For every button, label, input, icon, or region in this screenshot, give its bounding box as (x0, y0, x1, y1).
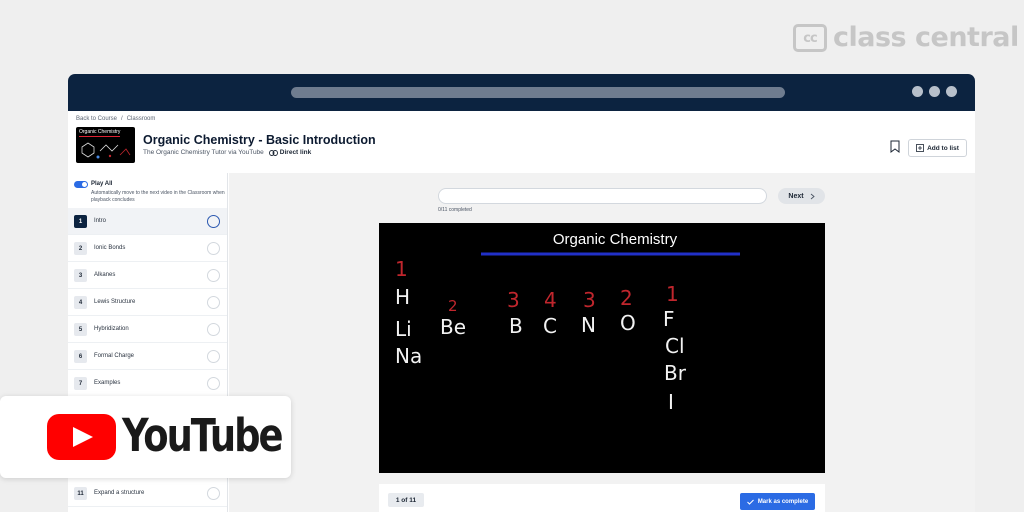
group-number-label: 2 (620, 286, 633, 310)
youtube-wordmark: YouTube (122, 409, 283, 462)
breadcrumb-current: Classroom (126, 116, 156, 122)
window-dot-icon[interactable] (946, 86, 957, 97)
thumbnail-title: Organic Chemistry (79, 129, 121, 137)
chevron-right-icon (810, 193, 815, 199)
group-number-label: 2 (448, 297, 458, 315)
element-symbol: N (581, 313, 596, 337)
group-number-label: 3 (507, 288, 520, 312)
element-symbol: O (620, 311, 636, 335)
mark-complete-label: Mark as complete (757, 498, 809, 505)
lesson-item[interactable]: 3 Alkanes (68, 262, 227, 289)
lesson-number: 5 (74, 323, 87, 336)
group-number-label: 1 (395, 257, 408, 281)
group-number-label: 3 (583, 288, 596, 312)
direct-link-label: Direct link (279, 149, 312, 156)
page-title: Organic Chemistry - Basic Introduction (143, 133, 376, 147)
element-symbol: Be (440, 315, 466, 339)
lesson-complete-circle-icon[interactable] (207, 323, 220, 336)
lesson-complete-circle-icon[interactable] (207, 215, 220, 228)
element-symbol: Li (395, 317, 412, 341)
course-subtitle: The Organic Chemistry Tutor via YouTube … (143, 149, 311, 156)
address-bar[interactable] (291, 87, 785, 98)
youtube-play-icon (47, 414, 116, 460)
lesson-item[interactable]: 7 Examples (68, 370, 227, 397)
lesson-title: Hybridization (94, 326, 129, 332)
lesson-complete-circle-icon[interactable] (207, 377, 220, 390)
video-bottom-bar: 1 of 11 Mark as complete (379, 484, 825, 512)
add-list-icon (916, 144, 925, 152)
lesson-title: Expand a structure (94, 490, 145, 496)
lesson-title: Examples (94, 380, 121, 386)
play-all-toggle[interactable] (74, 181, 88, 188)
lesson-item[interactable]: 4 Lewis Structure (68, 289, 227, 316)
lesson-title: Formal Charge (94, 353, 135, 359)
window-dot-icon[interactable] (912, 86, 923, 97)
play-all-label: Play All (91, 181, 113, 187)
video-player[interactable]: Organic Chemistry 1 2 3 4 3 2 1 H Li Na … (379, 223, 825, 473)
lesson-title: Ionic Bonds (94, 245, 126, 251)
lesson-number: 6 (74, 350, 87, 363)
window-titlebar (68, 74, 975, 111)
youtube-badge: YouTube (0, 396, 291, 478)
lesson-complete-circle-icon[interactable] (207, 269, 220, 282)
element-symbol: H (395, 285, 410, 309)
link-icon (268, 149, 278, 156)
lesson-number: 7 (74, 377, 87, 390)
progress-label: 0/11 completed (438, 207, 472, 213)
lesson-complete-circle-icon[interactable] (207, 350, 220, 363)
bookmark-icon[interactable] (890, 140, 900, 153)
check-icon (746, 499, 754, 505)
element-symbol: I (668, 390, 674, 414)
lesson-item[interactable]: 2 Ionic Bonds (68, 235, 227, 262)
classroom-main: 0/11 completed Next Organic Chemistry 1 … (229, 173, 975, 512)
lesson-number: 4 (74, 296, 87, 309)
next-button[interactable]: Next (778, 188, 825, 204)
video-frame: 1 2 3 4 3 2 1 H Li Na Be B C N O F Cl Br… (395, 252, 740, 414)
class-central-logo-icon: cc (793, 24, 827, 52)
element-symbol: Na (395, 344, 422, 368)
lesson-complete-circle-icon[interactable] (207, 296, 220, 309)
lesson-number: 3 (74, 269, 87, 282)
lesson-title: Alkanes (94, 272, 116, 278)
lesson-complete-circle-icon[interactable] (207, 242, 220, 255)
group-number-label: 4 (544, 288, 557, 312)
window-controls (912, 86, 957, 97)
next-label: Next (788, 192, 804, 200)
progress-bar (438, 188, 767, 204)
mark-complete-button[interactable]: Mark as complete (740, 493, 815, 510)
breadcrumb-back-link[interactable]: Back to Course (76, 116, 117, 122)
lesson-number: 1 (74, 215, 87, 228)
add-to-list-button[interactable]: Add to list (908, 139, 967, 157)
class-central-brand: cc class central (793, 22, 1019, 54)
group-number-label: 1 (666, 282, 679, 306)
element-symbol: B (509, 314, 523, 338)
add-to-list-label: Add to list (927, 144, 959, 152)
provider-text: The Organic Chemistry Tutor via YouTube (143, 149, 264, 156)
brand-name: class central (833, 22, 1019, 53)
play-all-description: Automatically move to the next video in … (91, 190, 225, 203)
lesson-complete-circle-icon[interactable] (207, 487, 220, 500)
thumbnail-drawing-icon (81, 142, 131, 159)
lesson-item[interactable]: 6 Formal Charge (68, 343, 227, 370)
lesson-counter: 1 of 11 (388, 493, 424, 507)
lesson-number: 11 (74, 487, 87, 500)
element-symbol: C (543, 314, 557, 338)
lesson-item[interactable]: 11 Expand a structure (68, 480, 227, 507)
lesson-title: Intro (94, 218, 107, 224)
lesson-title: Lewis Structure (94, 299, 136, 305)
lesson-item[interactable]: 1 Intro (68, 208, 227, 235)
element-symbol: Cl (665, 334, 685, 358)
element-symbol: Br (664, 361, 687, 385)
course-header: Back to Course / Classroom Organic Chemi… (68, 111, 975, 173)
lesson-item[interactable]: 5 Hybridization (68, 316, 227, 343)
breadcrumb: Back to Course / Classroom (76, 116, 155, 122)
direct-link[interactable]: Direct link (268, 149, 312, 156)
lesson-number: 2 (74, 242, 87, 255)
element-symbol: F (663, 307, 675, 331)
breadcrumb-separator: / (121, 116, 123, 122)
course-thumbnail: Organic Chemistry (76, 127, 135, 163)
window-dot-icon[interactable] (929, 86, 940, 97)
